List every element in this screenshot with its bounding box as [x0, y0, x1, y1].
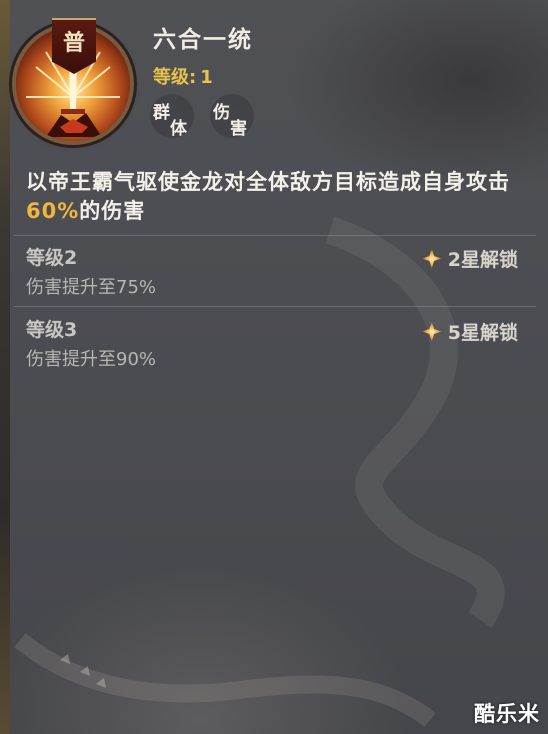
skill-name: 六合一统 [153, 27, 253, 53]
upgrade-effect: 伤害提升至75% [26, 277, 157, 298]
tag-char: 害 [230, 119, 247, 139]
tag-group-target: 群 体 [150, 94, 194, 139]
skill-level-value: 1 [200, 67, 213, 88]
tag-char: 群 [153, 103, 170, 123]
upgrade-unlock-text: 2星解锁 [447, 249, 518, 271]
watermark: 酷乐米 [474, 702, 540, 726]
tag-char: 伤 [213, 103, 230, 123]
upgrade-title: 等级2 [26, 247, 78, 269]
tag-char: 体 [170, 119, 187, 139]
divider [14, 235, 536, 236]
skill-level: 等级: 1 [153, 63, 213, 89]
description-highlight: 60% [26, 199, 80, 223]
skill-description: 以帝王霸气驱使金龙对全体敌方目标造成自身攻击 60%的伤害 [26, 168, 516, 226]
star-sparkle-icon [421, 321, 442, 342]
description-text-end: 的伤害 [79, 199, 146, 223]
rarity-badge-char: 普 [62, 30, 85, 56]
upgrade-unlock: 5星解锁 [421, 318, 518, 345]
star-sparkle-icon [421, 248, 442, 269]
skill-level-label: 等级: [153, 67, 197, 88]
tag-damage: 伤 害 [210, 94, 254, 139]
skill-detail-panel: 普 六合一统 等级: 1 群 体 伤 害 以帝王霸气驱使金龙对全体敌方目标造成自身… [0, 0, 548, 734]
upgrade-title: 等级3 [26, 319, 78, 341]
divider [14, 306, 536, 307]
description-text: 以帝王霸气驱使金龙对全体敌方目标造成自身攻击 [26, 170, 510, 194]
upgrade-effect: 伤害提升至90% [26, 349, 157, 370]
upgrade-unlock: 2星解锁 [421, 245, 518, 272]
upgrade-unlock-text: 5星解锁 [447, 322, 518, 344]
